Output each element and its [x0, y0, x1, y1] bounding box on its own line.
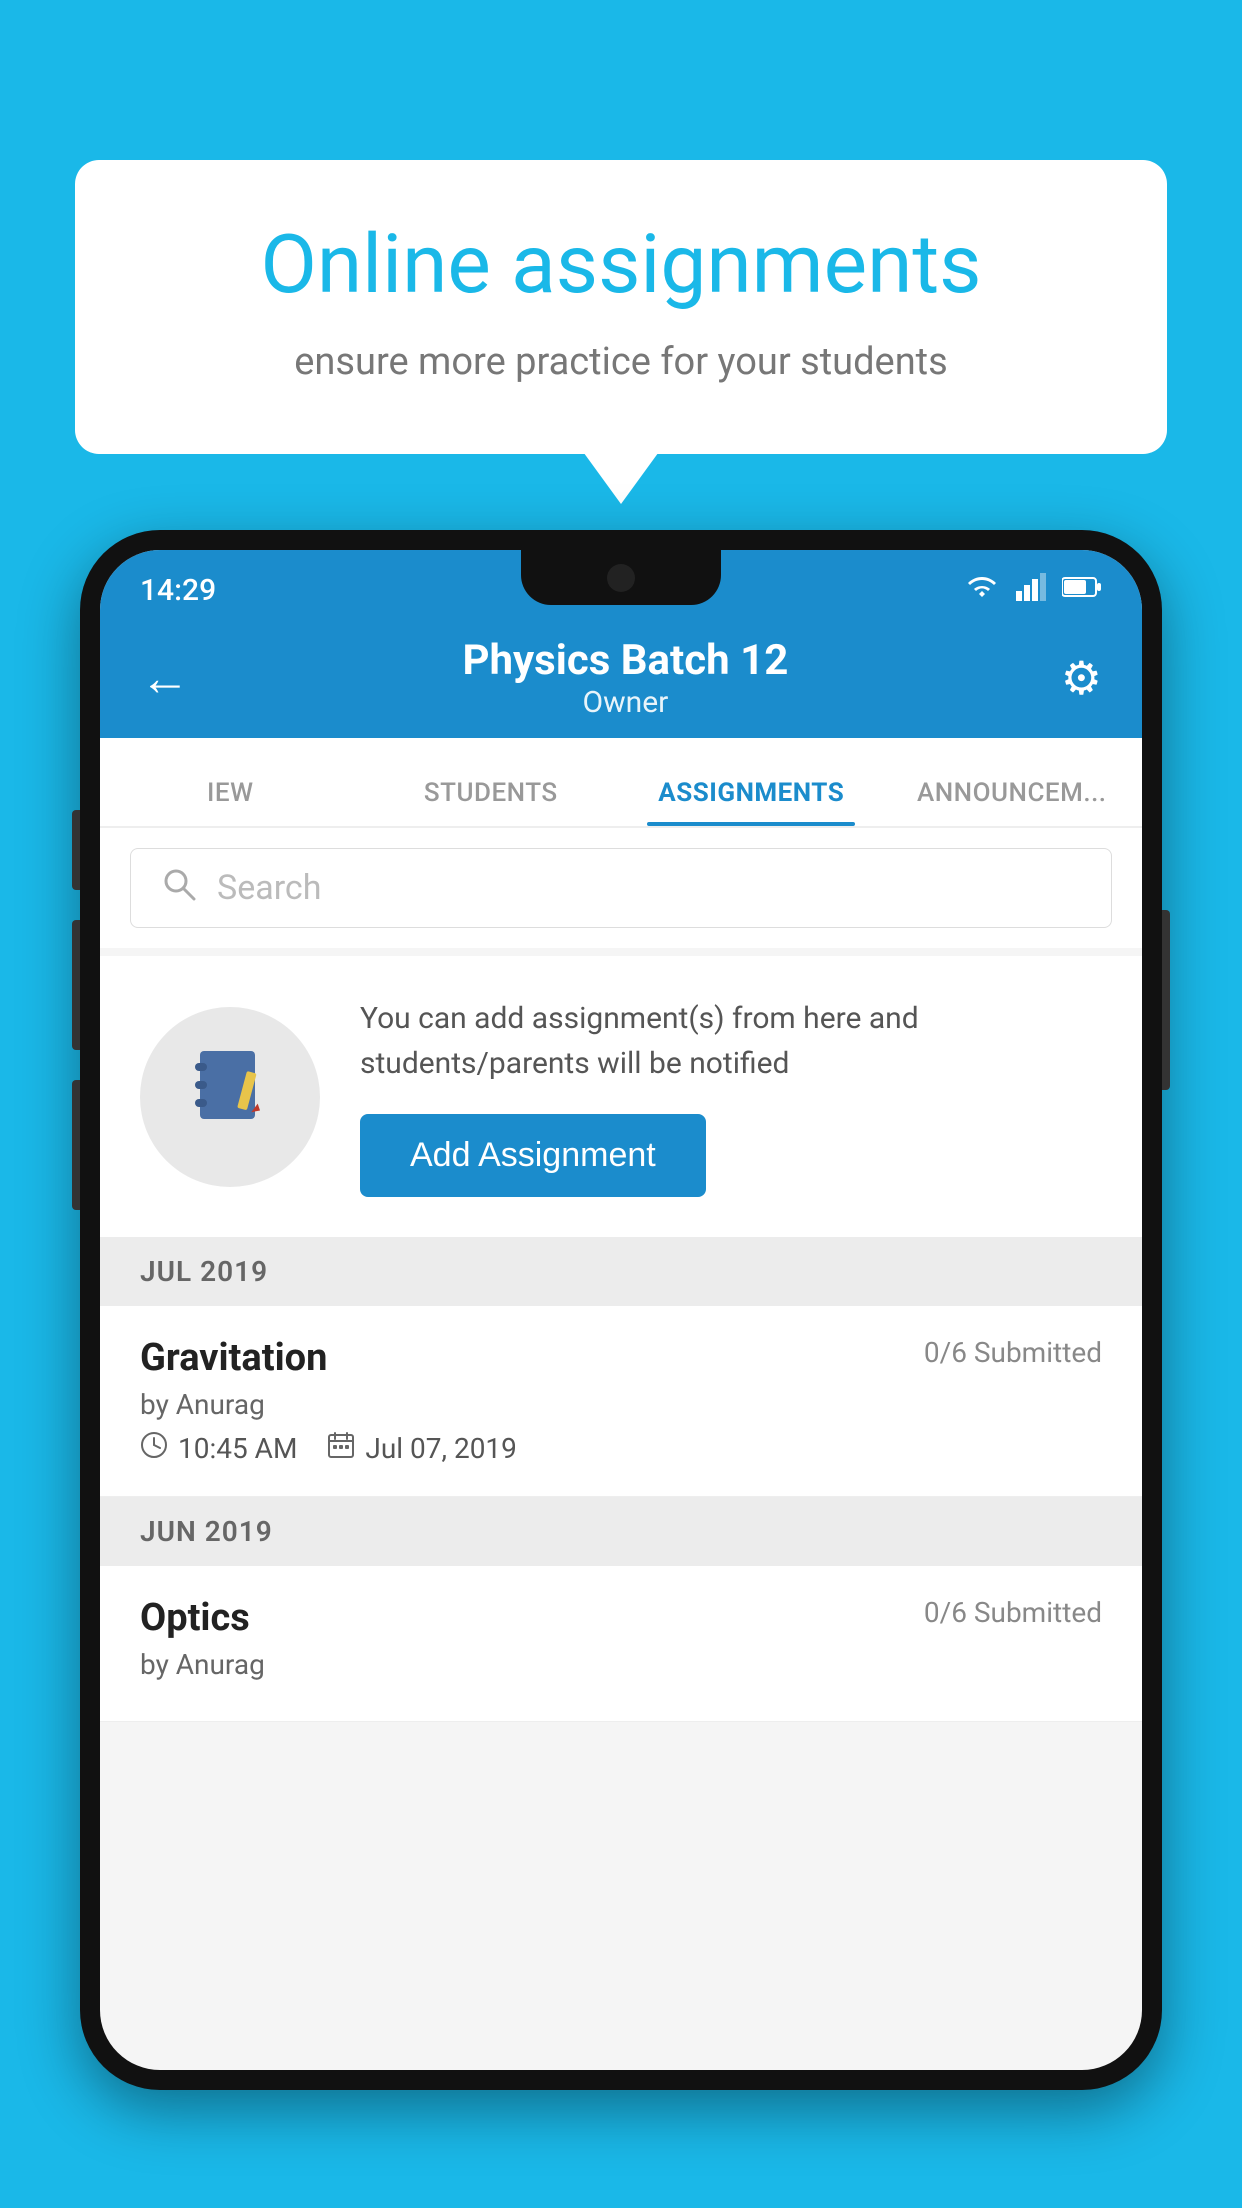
header-center: Physics Batch 12 Owner: [462, 636, 788, 720]
status-time: 14:29: [140, 573, 216, 608]
app-header: ← Physics Batch 12 Owner ⚙: [100, 618, 1142, 738]
assignment-by-optics: by Anurag: [140, 1648, 1102, 1681]
phone-button-left1: [72, 810, 80, 890]
notebook-icon-circle: [140, 1007, 320, 1187]
assignment-name: Gravitation: [140, 1336, 327, 1380]
phone-button-left2: [72, 920, 80, 1050]
phone-camera: [607, 564, 635, 592]
time-value: 10:45 AM: [178, 1432, 297, 1465]
wifi-icon: [964, 573, 1000, 608]
info-right: You can add assignment(s) from here and …: [360, 996, 1102, 1197]
phone-screen: 14:29: [100, 550, 1142, 2070]
search-bar[interactable]: Search: [130, 848, 1112, 928]
signal-icon: [1016, 573, 1046, 608]
tab-students[interactable]: STUDENTS: [361, 778, 622, 826]
phone-button-right: [1162, 910, 1170, 1090]
speech-bubble-container: Online assignments ensure more practice …: [75, 160, 1167, 454]
assignment-submitted: 0/6 Submitted: [924, 1336, 1102, 1369]
section-header-jun: JUN 2019: [100, 1497, 1142, 1566]
assignment-top: Gravitation 0/6 Submitted: [140, 1336, 1102, 1380]
phone-button-left3: [72, 1080, 80, 1210]
speech-bubble: Online assignments ensure more practice …: [75, 160, 1167, 454]
assignment-top-optics: Optics 0/6 Submitted: [140, 1596, 1102, 1640]
assignment-submitted-optics: 0/6 Submitted: [924, 1596, 1102, 1629]
date-value: Jul 07, 2019: [365, 1432, 517, 1465]
assignment-item-gravitation[interactable]: Gravitation 0/6 Submitted by Anurag: [100, 1306, 1142, 1497]
calendar-icon: [327, 1431, 355, 1466]
assignment-item-optics[interactable]: Optics 0/6 Submitted by Anurag: [100, 1566, 1142, 1722]
back-button[interactable]: ←: [140, 649, 190, 708]
section-header-jul: JUL 2019: [100, 1237, 1142, 1306]
info-section: You can add assignment(s) from here and …: [100, 956, 1142, 1237]
tab-assignments[interactable]: ASSIGNMENTS: [621, 778, 882, 826]
speech-bubble-title: Online assignments: [145, 220, 1097, 310]
search-icon: [161, 866, 197, 911]
assignment-name-optics: Optics: [140, 1596, 250, 1640]
tabs-bar: IEW STUDENTS ASSIGNMENTS ANNOUNCEM...: [100, 738, 1142, 828]
header-subtitle: Owner: [462, 685, 788, 720]
search-placeholder: Search: [217, 868, 321, 908]
clock-icon: [140, 1431, 168, 1466]
speech-bubble-subtitle: ensure more practice for your students: [145, 340, 1097, 384]
tab-iew[interactable]: IEW: [100, 778, 361, 826]
add-assignment-button[interactable]: Add Assignment: [360, 1114, 706, 1197]
search-container: Search: [100, 828, 1142, 948]
assignment-meta: 10:45 AM: [140, 1431, 1102, 1466]
assignment-time: 10:45 AM: [140, 1431, 297, 1466]
settings-icon[interactable]: ⚙: [1061, 651, 1102, 706]
assignment-date: Jul 07, 2019: [327, 1431, 517, 1466]
info-text: You can add assignment(s) from here and …: [360, 996, 1102, 1086]
assignment-by: by Anurag: [140, 1388, 1102, 1421]
tab-announcements[interactable]: ANNOUNCEM...: [882, 778, 1143, 826]
phone-notch: [521, 550, 721, 605]
notebook-icon: [185, 1041, 275, 1153]
status-icons: [964, 573, 1102, 608]
battery-icon: [1062, 575, 1102, 605]
header-title: Physics Batch 12: [462, 636, 788, 685]
phone-outer: 14:29: [80, 530, 1162, 2090]
phone-container: 14:29: [80, 530, 1162, 2208]
